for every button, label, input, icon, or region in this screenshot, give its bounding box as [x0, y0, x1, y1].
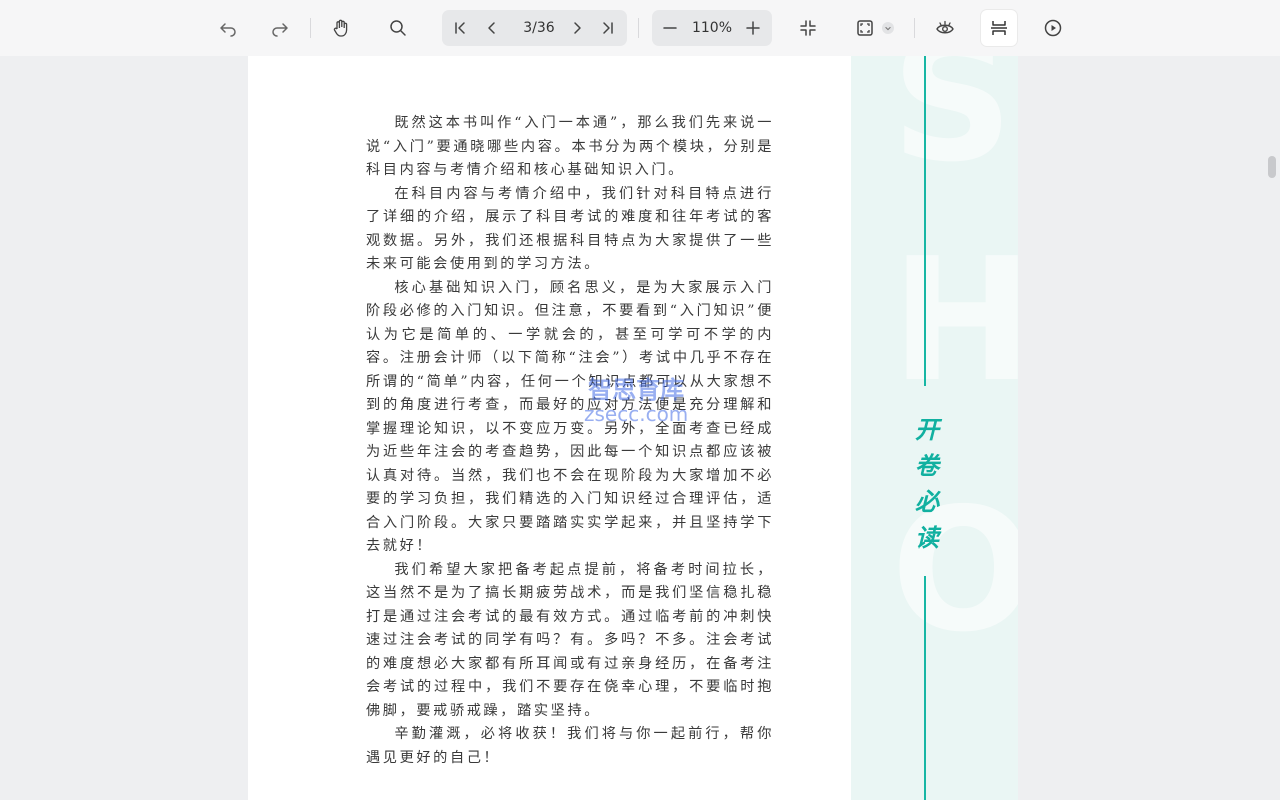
next-page-button[interactable]	[561, 10, 593, 46]
undo-icon	[220, 23, 236, 37]
zoom-group: 110%	[652, 10, 772, 46]
fullscreen-icon	[857, 20, 873, 36]
fit-page-icon	[800, 20, 816, 36]
search-button[interactable]	[380, 10, 416, 46]
page-mode-icon	[991, 21, 1007, 35]
paragraph: 在科目内容与考情介绍中，我们针对科目特点进行了详细的介绍，展示了科目考试的难度和…	[366, 185, 774, 273]
vertical-rule	[924, 56, 926, 386]
paragraph: 我们希望大家把备考起点提前，将备考时间拉长，这当然不是为了搞长期疲劳战术，而是我…	[366, 561, 774, 719]
decorative-ghost-letter: H	[891, 222, 1018, 420]
minus-icon	[663, 27, 677, 29]
prev-page-button[interactable]	[476, 10, 508, 46]
paragraph: 核心基础知识入门，顾名思义，是为大家展示入门阶段必修的入门知识。但注意，不要看到…	[366, 279, 774, 555]
vertical-scrollbar-thumb[interactable]	[1268, 156, 1276, 178]
chevron-down-icon	[885, 26, 891, 31]
zoom-out-button[interactable]	[654, 10, 686, 46]
play-icon	[1044, 19, 1062, 37]
toolbar-divider	[914, 18, 915, 38]
prev-page-icon	[488, 22, 495, 34]
watermark-url: zsecc.com	[584, 402, 689, 426]
watermark-text: 智思育库	[588, 376, 685, 404]
document-viewport[interactable]: S H O 开 卷 必 读 既然这本书叫作“入门一本通”，那么我们先来说一说“入…	[0, 56, 1280, 800]
last-page-icon	[603, 22, 613, 34]
plus-icon	[746, 21, 760, 35]
document-body-text: 既然这本书叫作“入门一本通”，那么我们先来说一说“入门”要通晓哪些内容。本书分为…	[366, 112, 774, 770]
fullscreen-button[interactable]	[847, 10, 883, 46]
paragraph: 既然这本书叫作“入门一本通”，那么我们先来说一说“入门”要通晓哪些内容。本书分为…	[366, 115, 774, 178]
decorative-ghost-letter: S	[891, 56, 1014, 200]
first-page-button[interactable]	[444, 10, 476, 46]
play-button[interactable]	[1035, 10, 1071, 46]
next-page-icon	[574, 22, 581, 34]
redo-icon	[272, 23, 288, 37]
search-icon	[390, 20, 406, 36]
toolbar: 3/36 110%	[0, 0, 1280, 56]
watermark: 智思育库 zsecc.com	[584, 378, 688, 426]
page-mode-button[interactable]	[981, 10, 1017, 46]
fullscreen-options-button[interactable]	[882, 22, 894, 34]
eye-care-button[interactable]	[927, 10, 963, 46]
fit-page-button[interactable]	[790, 10, 826, 46]
zoom-in-button[interactable]	[737, 10, 769, 46]
vertical-rule	[924, 576, 926, 800]
first-page-icon	[455, 22, 465, 34]
eye-care-icon	[936, 20, 954, 34]
page-navigation-group: 3/36	[442, 10, 627, 46]
last-page-button[interactable]	[592, 10, 624, 46]
undo-button[interactable]	[210, 10, 246, 46]
zoom-level[interactable]: 110%	[688, 10, 736, 46]
hand-tool-icon	[333, 19, 348, 37]
decorative-side-panel: S H O 开 卷 必 读	[851, 56, 1018, 800]
hand-tool-button[interactable]	[323, 10, 359, 46]
toolbar-divider	[310, 18, 311, 38]
section-title-vertical: 开 卷 必 读	[915, 415, 939, 552]
paragraph: 辛勤灌溉，必将收获！我们将与你一起前行，帮你遇见更好的自己！	[366, 726, 774, 766]
redo-button[interactable]	[262, 10, 298, 46]
toolbar-divider	[638, 18, 639, 38]
